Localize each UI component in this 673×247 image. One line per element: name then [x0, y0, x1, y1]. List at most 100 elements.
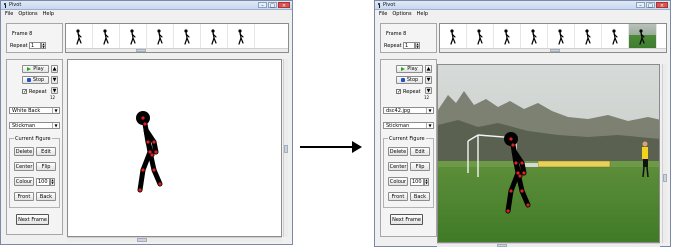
flip-button[interactable]: Flip	[410, 162, 430, 171]
edit-button[interactable]: Edit	[36, 147, 56, 156]
window-title: Pivot	[383, 2, 396, 8]
frame-label: Frame 8	[12, 31, 33, 37]
scroll-thumb[interactable]	[136, 49, 146, 52]
scroll-thumb[interactable]	[137, 238, 147, 242]
background-select[interactable]: dsc42.jpg ▼	[383, 107, 434, 114]
menu-options[interactable]: Options	[18, 11, 37, 17]
frame-strip-scrollbar[interactable]	[440, 48, 666, 52]
colour-value-input[interactable]: 100	[410, 178, 424, 186]
frame-thumbnail[interactable]	[494, 24, 521, 48]
delete-button[interactable]: Delete	[14, 147, 34, 156]
frame-strip-scrollbar[interactable]	[66, 48, 288, 52]
frame-thumbnail[interactable]	[174, 24, 201, 48]
pivot-window-after: Pivot – □ × File Options Help Frame 8 Re…	[374, 0, 671, 247]
frame-thumbnail[interactable]	[201, 24, 228, 48]
frame-thumbnail[interactable]	[66, 24, 93, 48]
figure-select[interactable]: Stickman ▼	[383, 122, 434, 129]
edit-button[interactable]: Edit	[410, 147, 430, 156]
frame-thumbnail-figure	[238, 29, 244, 45]
speed-toggle[interactable]: ▼	[425, 87, 432, 94]
flip-button[interactable]: Flip	[36, 162, 56, 171]
colour-spinner[interactable]: ▲ ▼	[424, 178, 429, 186]
animation-canvas[interactable]	[437, 64, 660, 243]
controls-panel: Play ▲ Stop ▼ ✓ Repeat ▼ 12 dsc42.jpg ▼ …	[380, 59, 437, 237]
speed-up-button[interactable]: ▲	[425, 65, 432, 73]
frame-thumbnail[interactable]	[467, 24, 494, 48]
frame-thumbnail[interactable]	[93, 24, 120, 48]
animation-canvas[interactable]	[67, 59, 282, 237]
canvas-vertical-scrollbar[interactable]	[662, 64, 667, 243]
menu-file[interactable]: File	[5, 11, 13, 17]
chevron-down-icon: ▼	[426, 108, 433, 113]
center-button[interactable]: Center	[14, 162, 34, 171]
frame-thumbnail-figure	[211, 29, 217, 45]
frame-info-panel: Frame 8 Repeat 1 ▲ ▼	[380, 23, 437, 53]
background-select[interactable]: White Back ▼	[9, 107, 60, 114]
stop-button[interactable]: Stop	[396, 76, 423, 84]
scroll-thumb[interactable]	[550, 49, 560, 52]
minimize-icon[interactable]: –	[258, 2, 267, 9]
delete-button[interactable]: Delete	[388, 147, 408, 156]
repeat-check-label: Repeat	[29, 89, 47, 95]
scroll-thumb[interactable]	[284, 145, 288, 153]
menu-file[interactable]: File	[379, 11, 387, 17]
frame-thumbnail[interactable]	[120, 24, 147, 48]
frame-thumbnail-figure	[639, 29, 645, 45]
maximize-icon[interactable]: □	[646, 2, 655, 9]
title-bar[interactable]: Pivot – □ ×	[1, 1, 292, 10]
repeat-input[interactable]: 1	[29, 42, 41, 49]
frame-thumbnail-figure	[531, 29, 537, 45]
repeat-checkbox[interactable]: ✓	[22, 89, 27, 95]
menu-help[interactable]: Help	[417, 11, 428, 17]
close-icon[interactable]: ×	[278, 2, 290, 9]
frame-thumbnail[interactable]	[629, 24, 657, 48]
play-button[interactable]: Play	[22, 65, 49, 73]
frame-thumbnail[interactable]	[147, 24, 174, 48]
menu-options[interactable]: Options	[392, 11, 411, 17]
frame-thumbnail[interactable]	[521, 24, 548, 48]
close-icon[interactable]: ×	[656, 2, 668, 9]
canvas-horizontal-scrollbar[interactable]	[67, 237, 282, 242]
center-button[interactable]: Center	[388, 162, 408, 171]
background-select-value: White Back	[12, 107, 41, 114]
menu-help[interactable]: Help	[43, 11, 54, 17]
back-button[interactable]: Back	[36, 192, 56, 201]
frame-thumbnail[interactable]	[548, 24, 575, 48]
frame-info-panel: Frame 8 Repeat 1 ▲ ▼	[6, 23, 63, 53]
minimize-icon[interactable]: –	[636, 2, 645, 9]
maximize-icon[interactable]: □	[268, 2, 277, 9]
back-button[interactable]: Back	[410, 192, 430, 201]
frame-thumbnail[interactable]	[228, 24, 255, 48]
canvas-horizontal-scrollbar[interactable]	[437, 243, 660, 247]
repeat-spinner[interactable]: ▲ ▼	[415, 42, 420, 49]
next-frame-button[interactable]: Next Frame	[16, 214, 49, 225]
speed-down-button[interactable]: ▼	[51, 76, 58, 84]
canvas-vertical-scrollbar[interactable]	[283, 59, 288, 237]
frame-thumbnail[interactable]	[575, 24, 602, 48]
repeat-checkbox[interactable]: ✓	[396, 89, 401, 95]
frame-thumbnail[interactable]	[602, 24, 629, 48]
front-button[interactable]: Front	[14, 192, 34, 201]
next-frame-button[interactable]: Next Frame	[390, 214, 423, 225]
speed-down-button[interactable]: ▼	[425, 76, 432, 84]
repeat-input[interactable]: 1	[403, 42, 415, 49]
speed-up-button[interactable]: ▲	[51, 65, 58, 73]
speed-toggle[interactable]: ▼	[51, 87, 58, 94]
colour-button[interactable]: Colour	[14, 177, 34, 186]
title-bar[interactable]: Pivot – □ ×	[375, 1, 670, 10]
scroll-thumb[interactable]	[663, 174, 667, 182]
colour-button[interactable]: Colour	[388, 177, 408, 186]
figure-select[interactable]: Stickman ▼	[9, 122, 60, 129]
frame-thumbnail[interactable]	[440, 24, 467, 48]
play-button[interactable]: Play	[396, 65, 423, 73]
app-icon	[3, 2, 7, 8]
repeat-spinner[interactable]: ▲ ▼	[41, 42, 46, 49]
stop-button[interactable]: Stop	[22, 76, 49, 84]
stickman-figure[interactable]	[438, 65, 660, 243]
stickman-figure[interactable]	[68, 60, 282, 237]
current-figure-group: Current Figure Delete Edit Center Flip C…	[383, 136, 434, 208]
colour-value-input[interactable]: 100	[36, 178, 50, 186]
colour-spinner[interactable]: ▲ ▼	[50, 178, 55, 186]
front-button[interactable]: Front	[388, 192, 408, 201]
frame-thumbnail-figure	[103, 29, 109, 45]
